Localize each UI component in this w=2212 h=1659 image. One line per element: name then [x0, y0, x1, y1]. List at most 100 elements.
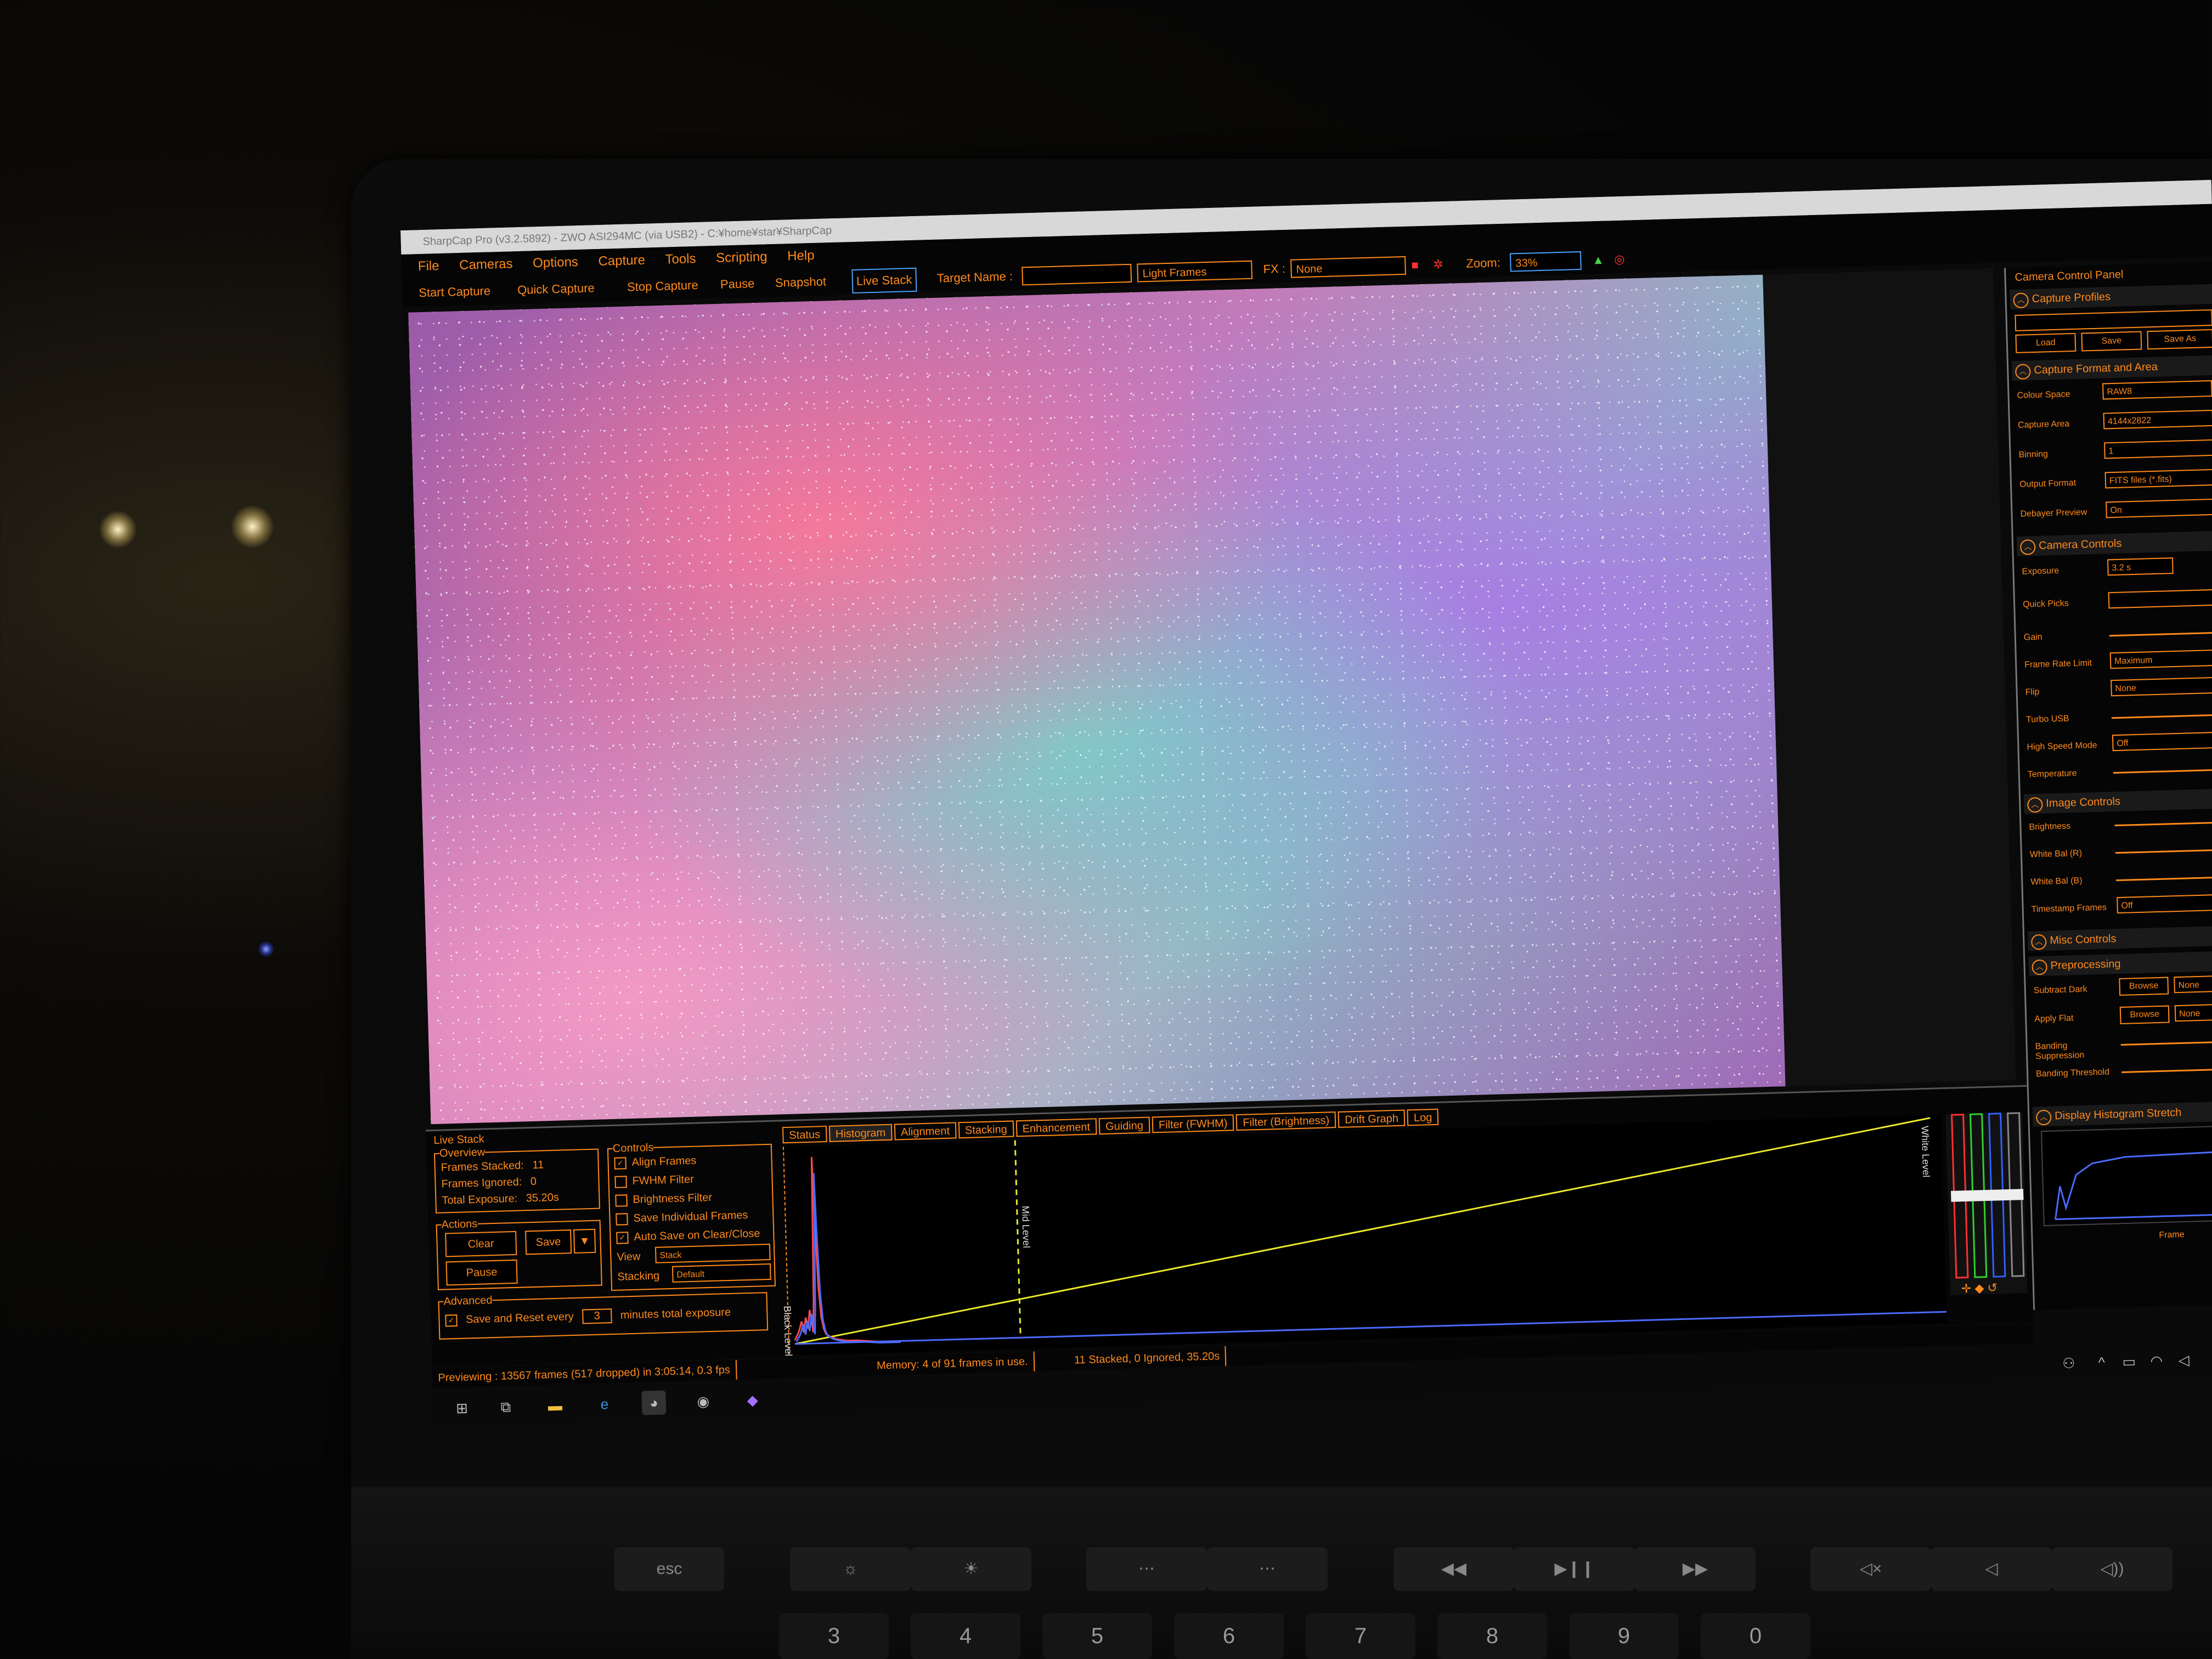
gain-slider[interactable] — [2109, 631, 2212, 637]
mute-key[interactable]: ◁× — [1810, 1547, 1931, 1591]
image-controls-header[interactable]: ︿ Image Controls — [2023, 788, 2212, 814]
capture-area-select[interactable]: 4144x2822 — [2103, 409, 2212, 430]
wifi-icon[interactable]: ◠ — [2144, 1348, 2169, 1373]
brightness-slider[interactable] — [2114, 821, 2212, 827]
stack-app-icon[interactable]: ◆ — [740, 1387, 765, 1412]
lock-icon[interactable]: ✛ ◆ ↺ — [1961, 1280, 1998, 1296]
crosshair-icon[interactable]: ✲ — [1433, 251, 1444, 278]
stacking-select[interactable]: Default — [672, 1263, 771, 1283]
fx-select[interactable]: None — [1290, 256, 1406, 278]
debayer-select[interactable]: On — [2106, 498, 2212, 518]
save-reset-input[interactable]: 3 — [582, 1308, 612, 1324]
wb-red-slider[interactable] — [2115, 849, 2212, 854]
histogram-icon[interactable]: ▲ — [1592, 246, 1605, 274]
display-histogram-header[interactable]: ︿ Display Histogram Stretch — [2032, 1101, 2212, 1127]
timestamp-select[interactable]: Off — [2117, 894, 2212, 914]
rgb-level-sliders[interactable]: ✛ ◆ ↺ — [1945, 1112, 2028, 1296]
save-button[interactable]: Save — [525, 1229, 572, 1255]
brightness-filter-checkbox[interactable] — [615, 1194, 628, 1207]
fast-forward-key[interactable]: ▶▶ — [1635, 1547, 1756, 1591]
auto-save-checkbox[interactable]: ✓ — [616, 1231, 629, 1244]
volume-up-key[interactable]: ◁)) — [2052, 1547, 2172, 1591]
menu-cameras[interactable]: Cameras — [459, 256, 513, 273]
tab-log[interactable]: Log — [1407, 1108, 1439, 1126]
live-stack-button[interactable]: Live Stack — [851, 267, 917, 294]
clear-button[interactable]: Clear — [445, 1231, 517, 1257]
key-3[interactable]: 3 — [779, 1613, 889, 1659]
level-handle[interactable] — [1950, 1189, 2024, 1202]
tab-histogram[interactable]: Histogram — [828, 1124, 893, 1142]
dark-select[interactable]: None — [2174, 975, 2212, 994]
key-9[interactable]: 9 — [1569, 1613, 1679, 1659]
key-8[interactable]: 8 — [1437, 1613, 1547, 1659]
save-dropdown-button[interactable]: ▼ — [573, 1228, 596, 1254]
play-pause-key[interactable]: ▶❙❙ — [1514, 1547, 1635, 1591]
high-speed-select[interactable]: Off — [2112, 731, 2212, 752]
pause-button[interactable]: Pause — [720, 270, 755, 298]
banding-slider[interactable] — [2120, 1041, 2212, 1046]
menu-tools[interactable]: Tools — [665, 251, 696, 267]
volume-down-key[interactable]: ◁ — [1931, 1547, 2052, 1591]
key-4[interactable]: 4 — [911, 1613, 1020, 1659]
edge-browser-icon[interactable]: e — [592, 1392, 617, 1417]
touchbar-key-2[interactable]: ⋯ — [1207, 1547, 1328, 1591]
rewind-key[interactable]: ◀◀ — [1393, 1547, 1514, 1591]
camera-app-icon[interactable]: ◉ — [691, 1389, 715, 1414]
frame-rate-select[interactable]: Maximum — [2109, 649, 2212, 669]
tab-guiding[interactable]: Guiding — [1098, 1116, 1150, 1135]
load-profile-button[interactable]: Load — [2015, 332, 2076, 353]
esc-key[interactable]: esc — [614, 1547, 724, 1591]
file-explorer-icon[interactable]: ▬ — [543, 1393, 567, 1418]
align-frames-checkbox[interactable]: ✓ — [614, 1156, 627, 1170]
menu-help[interactable]: Help — [787, 248, 815, 263]
pause-stack-button[interactable]: Pause — [445, 1259, 518, 1286]
preprocessing-header[interactable]: ︿ Preprocessing — [2028, 951, 2212, 977]
tab-filter-fwhm[interactable]: Filter (FWHM) — [1152, 1114, 1234, 1133]
save-as-profile-button[interactable]: Save As — [2147, 329, 2212, 350]
mid-level-line[interactable] — [1014, 1140, 1022, 1338]
menu-scripting[interactable]: Scripting — [716, 249, 768, 266]
windows-start-icon[interactable]: ⊞ — [449, 1396, 474, 1420]
target-name-input[interactable] — [1022, 263, 1132, 286]
profile-select[interactable] — [2015, 309, 2212, 331]
quick-picks-select[interactable] — [2108, 589, 2212, 609]
exposure-input[interactable]: 3.2 s — [2107, 557, 2174, 576]
people-icon[interactable]: ⚇ — [2056, 1351, 2081, 1375]
flat-browse-button[interactable]: Browse — [2119, 1005, 2170, 1025]
tab-filter-brightness[interactable]: Filter (Brightness) — [1235, 1111, 1336, 1131]
temperature-slider[interactable] — [2113, 769, 2212, 774]
target-icon[interactable]: ◎ — [1614, 246, 1626, 274]
tray-chevron-icon[interactable]: ^ — [2089, 1350, 2114, 1375]
snapshot-button[interactable]: Snapshot — [775, 268, 827, 297]
tab-status[interactable]: Status — [782, 1125, 827, 1144]
wb-blue-slider[interactable] — [2116, 876, 2212, 882]
binning-select[interactable]: 1 — [2104, 439, 2212, 459]
camera-controls-header[interactable]: ︿ Camera Controls — [2016, 531, 2212, 556]
output-format-select[interactable]: FITS files (*.fits) — [2104, 469, 2212, 489]
turbo-usb-slider[interactable] — [2111, 714, 2212, 719]
banding-threshold-slider[interactable] — [2121, 1068, 2212, 1074]
view-select[interactable]: Stack — [654, 1243, 771, 1263]
sharpcap-taskbar-icon[interactable]: ◕ — [641, 1390, 667, 1415]
tab-stacking[interactable]: Stacking — [958, 1120, 1014, 1139]
key-7[interactable]: 7 — [1306, 1613, 1415, 1659]
dark-browse-button[interactable]: Browse — [2119, 977, 2169, 996]
tab-alignment[interactable]: Alignment — [894, 1122, 957, 1141]
volume-icon[interactable]: ◁ — [2171, 1347, 2196, 1372]
brightness-down-key[interactable]: ☼ — [790, 1547, 911, 1591]
key-5[interactable]: 5 — [1042, 1613, 1152, 1659]
frame-type-select[interactable]: Light Frames — [1137, 260, 1253, 283]
record-icon[interactable]: ■ — [1411, 251, 1419, 279]
touchbar-key-1[interactable]: ⋯ — [1086, 1547, 1207, 1591]
capture-profiles-header[interactable]: ︿ Capture Profiles — [2010, 284, 2212, 310]
menu-options[interactable]: Options — [533, 255, 578, 270]
save-reset-checkbox[interactable]: ✓ — [445, 1314, 458, 1327]
save-profile-button[interactable]: Save — [2081, 331, 2142, 352]
tab-drift-graph[interactable]: Drift Graph — [1338, 1109, 1406, 1128]
capture-format-header[interactable]: ︿ Capture Format and Area — [2011, 355, 2212, 381]
fwhm-filter-checkbox[interactable] — [614, 1175, 627, 1188]
flat-select[interactable]: None — [2174, 1003, 2212, 1022]
misc-controls-header[interactable]: ︿ Misc Controls — [2027, 926, 2212, 951]
task-view-icon[interactable]: ⧉ — [493, 1395, 518, 1419]
menu-file[interactable]: File — [417, 258, 439, 274]
